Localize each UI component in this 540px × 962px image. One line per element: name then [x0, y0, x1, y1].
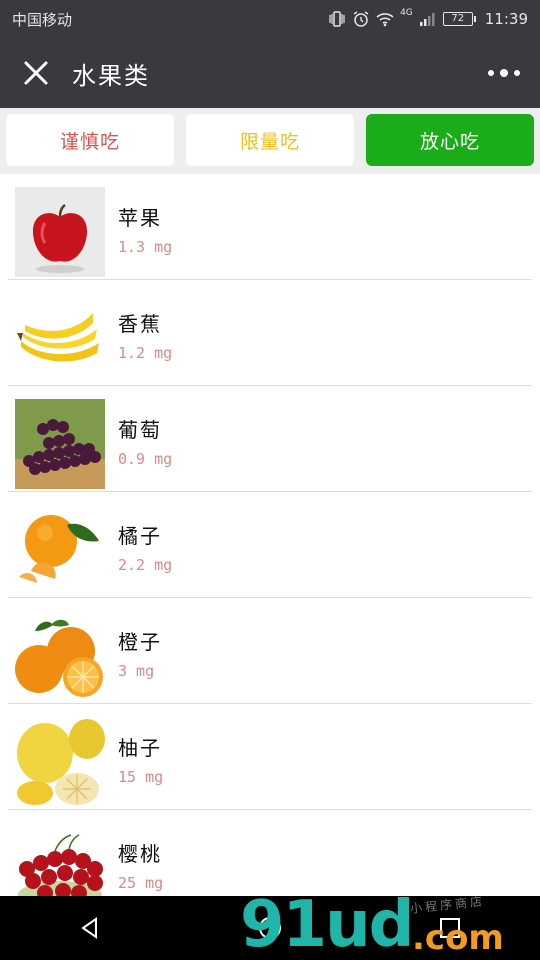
list-item[interactable]: 苹果 1.3 mg: [8, 174, 532, 280]
nav-back-button[interactable]: [70, 908, 110, 948]
nav-home-button[interactable]: [250, 908, 290, 948]
fruit-value: 15 mg: [118, 768, 164, 786]
close-icon: [24, 61, 48, 85]
title-bar: 水果类: [0, 38, 540, 108]
tangerine-image: [15, 505, 105, 595]
list-item[interactable]: 橘子 2.2 mg: [8, 492, 532, 598]
category-tabs: 谨慎吃 限量吃 放心吃: [0, 108, 540, 174]
page-title: 水果类: [72, 61, 150, 90]
alarm-icon: [353, 11, 369, 27]
battery-indicator: 72: [442, 12, 476, 26]
status-bar: 中国移动 4G 72 11:39: [0, 0, 540, 38]
list-item[interactable]: 柚子 15 mg: [8, 704, 532, 810]
system-nav-bar: [0, 896, 540, 960]
fruit-value: 2.2 mg: [118, 556, 173, 574]
fruit-value: 1.2 mg: [118, 344, 173, 362]
fruit-name: 橙子: [118, 630, 162, 654]
more-icon-dot: [500, 69, 508, 77]
tab-label: 谨慎吃: [59, 130, 120, 153]
apple-image: [15, 187, 105, 277]
battery-level: 72: [451, 13, 465, 24]
network-type: 4G: [400, 8, 413, 18]
fruit-name: 樱桃: [118, 842, 162, 866]
home-circle-icon: [259, 917, 281, 939]
fruit-value: 1.3 mg: [118, 238, 173, 256]
list-item[interactable]: 橙子 3 mg: [8, 598, 532, 704]
status-icons: 4G 72 11:39: [328, 8, 528, 28]
recent-square-icon: [440, 918, 460, 938]
clock: 11:39: [484, 10, 528, 28]
pomelo-image: [15, 717, 105, 807]
wifi-icon: [376, 13, 394, 27]
signal-icon: [419, 13, 435, 26]
back-triangle-icon: [81, 917, 97, 939]
carrier-label: 中国移动: [12, 10, 73, 29]
tab-careful[interactable]: 谨慎吃: [6, 114, 174, 166]
tab-limited[interactable]: 限量吃: [186, 114, 354, 166]
nav-recent-button[interactable]: [430, 908, 470, 948]
grape-image: [15, 399, 105, 489]
orange-image: [15, 611, 105, 701]
close-button[interactable]: [0, 38, 72, 108]
fruit-name: 柚子: [118, 736, 162, 760]
more-button[interactable]: [488, 58, 520, 88]
tab-safe[interactable]: 放心吃: [366, 114, 534, 166]
tab-label: 限量吃: [239, 130, 300, 153]
fruit-value: 25 mg: [118, 874, 164, 892]
fruit-name: 橘子: [118, 524, 162, 548]
tab-label: 放心吃: [419, 130, 480, 153]
fruit-value: 0.9 mg: [118, 450, 173, 468]
more-icon-dot: [488, 70, 494, 76]
fruit-list[interactable]: 苹果 1.3 mg 香蕉 1.2 mg 葡萄 0.9 mg 橘子 2.2 mg …: [0, 174, 540, 896]
more-icon-dot: [514, 70, 520, 76]
list-item[interactable]: 葡萄 0.9 mg: [8, 386, 532, 492]
fruit-value: 3 mg: [118, 662, 155, 680]
fruit-name: 苹果: [118, 206, 162, 230]
cherry-image: [15, 823, 105, 896]
fruit-name: 葡萄: [118, 418, 162, 442]
fruit-name: 香蕉: [118, 312, 162, 336]
banana-image: [15, 293, 105, 383]
vibrate-icon: [329, 11, 345, 27]
list-item[interactable]: 香蕉 1.2 mg: [8, 280, 532, 386]
list-item[interactable]: 樱桃 25 mg: [8, 810, 532, 896]
